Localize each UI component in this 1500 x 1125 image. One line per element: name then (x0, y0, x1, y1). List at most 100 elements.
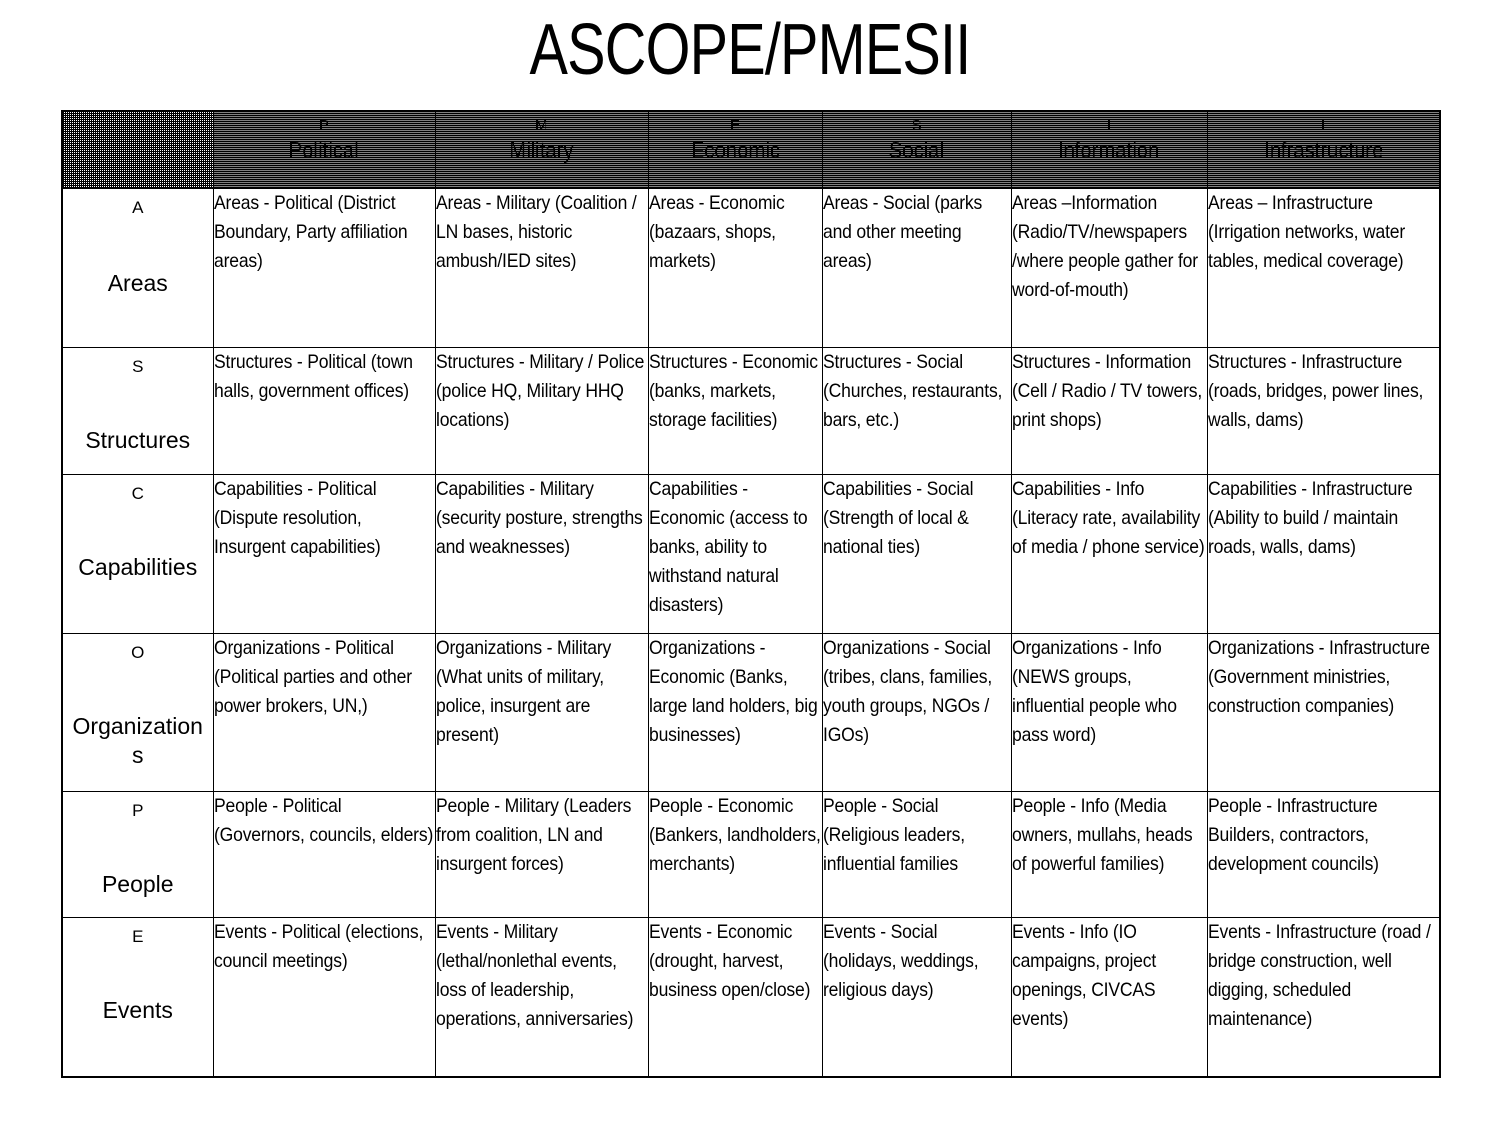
row-header-capabilities[interactable]: C Capabilities (61, 474, 214, 634)
row-header-areas[interactable]: A Areas (61, 188, 214, 348)
cell-text: People - Infrastructure Builders, contra… (1207, 795, 1379, 875)
column-letter-i2: I (1321, 117, 1326, 134)
cell-people-social[interactable]: People - Social (Religious leaders, infl… (821, 791, 1012, 918)
cell-structures-military[interactable]: Structures - Military / Police (police H… (434, 347, 649, 475)
cell-events-infrastructure[interactable]: Events - Infrastructure (road / bridge c… (1206, 917, 1441, 1078)
table-row: A Areas Areas - Political (District Boun… (61, 188, 1441, 348)
cell-organizations-economic[interactable]: Organizations - Economic (Banks, large l… (647, 633, 823, 792)
cell-areas-infrastructure[interactable]: Areas – Infrastructure (Irrigation netwo… (1206, 188, 1441, 348)
row-label-events: Events (102, 997, 173, 1023)
header-row: P Political M Military E Economic S Soci… (61, 110, 1441, 189)
cell-areas-military[interactable]: Areas - Military (Coalition / LN bases, … (434, 188, 649, 348)
matrix-table: P Political M Military E Economic S Soci… (61, 110, 1441, 1078)
cell-people-infrastructure[interactable]: People - Infrastructure Builders, contra… (1206, 791, 1441, 918)
cell-capabilities-information[interactable]: Capabilities - Info (Literacy rate, avai… (1010, 474, 1208, 634)
cell-text: Areas –Information (Radio/TV/newspapers … (1011, 192, 1198, 301)
cell-text: People - Social (Religious leaders, infl… (822, 795, 965, 875)
cell-text: Events - Infrastructure (road / bridge c… (1207, 921, 1431, 1030)
cell-organizations-political[interactable]: Organizations - Political (Political par… (212, 633, 436, 792)
cell-capabilities-military[interactable]: Capabilities - Military (security postur… (434, 474, 649, 634)
row-letter-e: E (132, 927, 144, 946)
cell-events-economic[interactable]: Events - Economic (drought, harvest, bus… (647, 917, 823, 1078)
cell-structures-infrastructure[interactable]: Structures - Infrastructure (roads, brid… (1206, 347, 1441, 475)
row-letter-c: C (131, 484, 144, 503)
row-header-structures[interactable]: S Structures (61, 347, 214, 475)
column-letter-e: E (729, 117, 740, 134)
column-label-information: Information (1058, 137, 1160, 163)
cell-structures-social[interactable]: Structures - Social (Churches, restauran… (821, 347, 1012, 475)
column-label-economic: Economic (690, 137, 780, 163)
column-header-infrastructure[interactable]: I Infrastructure (1206, 110, 1441, 189)
cell-capabilities-infrastructure[interactable]: Capabilities - Infrastructure (Ability t… (1206, 474, 1441, 634)
table-row: E Events Events - Political (elections, … (61, 917, 1441, 1078)
cell-text: Areas - Political (District Boundary, Pa… (213, 192, 408, 272)
row-label-structures: Structures (85, 427, 191, 453)
cell-text: Capabilities - Military (security postur… (435, 478, 643, 558)
cell-text: Structures - Information (Cell / Radio /… (1011, 351, 1202, 431)
cell-events-military[interactable]: Events - Military (lethal/nonlethal even… (434, 917, 649, 1078)
cell-people-economic[interactable]: People - Economic (Bankers, landholders,… (647, 791, 823, 918)
cell-text: People - Political (Governors, councils,… (213, 795, 433, 846)
cell-areas-social[interactable]: Areas - Social (parks and other meeting … (821, 188, 1012, 348)
cell-organizations-infrastructure[interactable]: Organizations - Infrastructure (Governme… (1206, 633, 1441, 792)
cell-text: Events - Social (holidays, weddings, rel… (822, 921, 979, 1001)
cell-text: Areas - Economic (bazaars, shops, market… (648, 192, 785, 272)
cell-text: Events - Economic (drought, harvest, bus… (648, 921, 810, 1001)
column-header-social[interactable]: S Social (821, 110, 1012, 189)
row-label-people: People (101, 871, 174, 897)
column-header-military[interactable]: M Military (434, 110, 649, 189)
row-letter-s: S (132, 357, 144, 376)
cell-text: People - Economic (Bankers, landholders,… (648, 795, 821, 875)
row-label-areas: Areas (107, 270, 168, 296)
cell-text: Organizations - Info (NEWS groups, influ… (1011, 637, 1177, 746)
ascope-pmesii-matrix: P Political M Military E Economic S Soci… (61, 110, 1441, 1078)
column-header-information[interactable]: I Information (1010, 110, 1208, 189)
cell-text: Structures - Political (town halls, gove… (213, 351, 413, 402)
table-row: O Organizations Organizations - Politica… (61, 633, 1441, 792)
cell-text: Events - Military (lethal/nonlethal even… (435, 921, 633, 1030)
cell-areas-political[interactable]: Areas - Political (District Boundary, Pa… (212, 188, 436, 348)
column-header-economic[interactable]: E Economic (647, 110, 823, 189)
cell-text: Organizations - Social (tribes, clans, f… (822, 637, 992, 746)
cell-organizations-social[interactable]: Organizations - Social (tribes, clans, f… (821, 633, 1012, 792)
cell-structures-information[interactable]: Structures - Information (Cell / Radio /… (1010, 347, 1208, 475)
cell-text: Areas - Military (Coalition / LN bases, … (435, 192, 637, 272)
cell-text: Structures - Economic (banks, markets, s… (648, 351, 818, 431)
cell-events-political[interactable]: Events - Political (elections, council m… (212, 917, 436, 1078)
cell-text: People - Military (Leaders from coalitio… (435, 795, 631, 875)
column-letter-s: S (911, 117, 922, 134)
column-letter-p: P (318, 117, 329, 134)
column-header-political[interactable]: P Political (212, 110, 436, 189)
cell-text: People - Info (Media owners, mullahs, he… (1011, 795, 1193, 875)
cell-organizations-military[interactable]: Organizations - Military (What units of … (434, 633, 649, 792)
cell-areas-information[interactable]: Areas –Information (Radio/TV/newspapers … (1010, 188, 1208, 348)
cell-areas-economic[interactable]: Areas - Economic (bazaars, shops, market… (647, 188, 823, 348)
cell-text: Organizations - Political (Political par… (213, 637, 412, 717)
cell-structures-political[interactable]: Structures - Political (town halls, gove… (212, 347, 436, 475)
row-header-organizations[interactable]: O Organizations (61, 633, 214, 792)
cell-organizations-information[interactable]: Organizations - Info (NEWS groups, influ… (1010, 633, 1208, 792)
column-label-political: Political (289, 137, 359, 163)
cell-text: Capabilities - Political (Dispute resolu… (213, 478, 381, 558)
table-row: C Capabilities Capabilities - Political … (61, 474, 1441, 634)
row-header-events[interactable]: E Events (61, 917, 214, 1078)
column-letter-i1: I (1106, 117, 1112, 134)
cell-text: Areas – Infrastructure (Irrigation netwo… (1207, 192, 1405, 272)
row-letter-a: A (132, 198, 144, 217)
cell-text: Organizations - Military (What units of … (435, 637, 611, 746)
cell-events-information[interactable]: Events - Info (IO campaigns, project ope… (1010, 917, 1208, 1078)
cell-people-political[interactable]: People - Political (Governors, councils,… (212, 791, 436, 918)
cell-events-social[interactable]: Events - Social (holidays, weddings, rel… (821, 917, 1012, 1078)
cell-capabilities-economic[interactable]: Capabilities - Economic (access to banks… (647, 474, 823, 634)
row-header-people[interactable]: P People (61, 791, 214, 918)
cell-people-military[interactable]: People - Military (Leaders from coalitio… (434, 791, 649, 918)
cell-text: Structures - Military / Police (police H… (435, 351, 644, 431)
cell-capabilities-political[interactable]: Capabilities - Political (Dispute resolu… (212, 474, 436, 634)
cell-text: Capabilities - Social (Strength of local… (822, 478, 974, 558)
cell-structures-economic[interactable]: Structures - Economic (banks, markets, s… (647, 347, 823, 475)
cell-capabilities-social[interactable]: Capabilities - Social (Strength of local… (821, 474, 1012, 634)
header-corner-cell (61, 110, 214, 189)
cell-text: Events - Political (elections, council m… (213, 921, 423, 972)
cell-people-information[interactable]: People - Info (Media owners, mullahs, he… (1010, 791, 1208, 918)
cell-text: Areas - Social (parks and other meeting … (822, 192, 982, 272)
